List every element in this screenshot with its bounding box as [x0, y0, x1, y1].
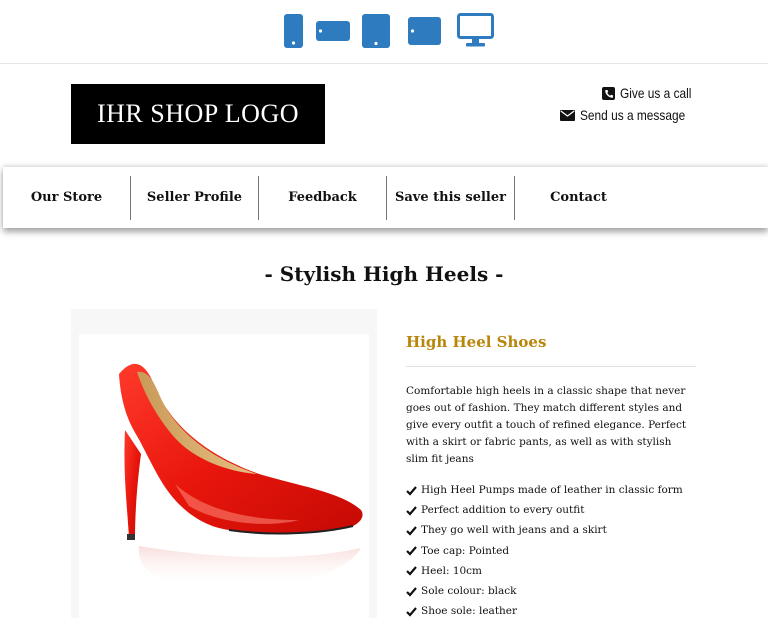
desktop-icon	[457, 13, 494, 47]
product-image[interactable]	[79, 334, 369, 618]
feature-item: High Heel Pumps made of leather in class…	[406, 480, 683, 500]
red-high-heel-image	[119, 363, 363, 589]
nav-item-seller-profile[interactable]: Seller Profile	[131, 175, 258, 221]
nav-item-our-store[interactable]: Our Store	[3, 175, 130, 221]
product-feature-list: High Heel Pumps made of leather in class…	[406, 480, 683, 618]
phone-landscape-button[interactable]	[316, 21, 350, 41]
feature-text: They go well with jeans and a skirt	[421, 524, 607, 537]
feature-item: Toe cap: Pointed	[406, 541, 683, 561]
feature-text: Heel: 10cm	[421, 564, 483, 577]
message-link[interactable]: Send us a message	[560, 107, 704, 123]
feature-text: Shoe sole: leather	[421, 605, 518, 618]
checkmark-icon	[406, 566, 417, 576]
shop-logo[interactable]: IHR SHOP LOGO	[71, 84, 325, 144]
nav-item-contact[interactable]: Contact	[515, 175, 642, 221]
device-preview-bar	[0, 0, 768, 64]
product-image-panel	[71, 309, 377, 618]
tablet-portrait-button[interactable]	[362, 14, 390, 48]
nav-item-save-seller[interactable]: Save this seller	[387, 175, 514, 221]
main-navigation: Our Store Seller Profile Feedback Save t…	[3, 167, 768, 228]
call-label: Give us a call	[619, 85, 692, 101]
feature-text: Sole colour: black	[421, 585, 517, 598]
checkmark-icon	[406, 506, 417, 516]
site-header: IHR SHOP LOGO Give us a call Send us a m…	[0, 65, 768, 165]
phone-landscape-icon	[316, 21, 350, 41]
checkmark-icon	[406, 485, 417, 496]
page-title: - Stylish High Heels -	[264, 262, 504, 286]
feature-item: Perfect addition to every outfit	[406, 500, 683, 520]
phone-icon	[601, 86, 615, 100]
phone-portrait-button[interactable]	[284, 14, 303, 48]
call-link[interactable]: Give us a call	[601, 85, 704, 101]
product-divider	[406, 366, 696, 367]
product-title: High Heel Shoes	[406, 333, 547, 351]
checkmark-icon	[406, 526, 417, 536]
desktop-button[interactable]	[457, 13, 494, 48]
checkmark-icon	[406, 607, 417, 617]
feature-text: Perfect addition to every outfit	[421, 504, 585, 517]
product-description: Comfortable high heels in a classic shap…	[406, 385, 687, 465]
tablet-portrait-icon	[362, 14, 390, 48]
feature-item: Sole colour: black	[406, 581, 683, 601]
feature-item: Heel: 10cm	[406, 561, 683, 581]
checkmark-icon	[406, 586, 417, 597]
feature-text: High Heel Pumps made of leather in class…	[421, 484, 683, 497]
phone-portrait-icon	[284, 14, 303, 48]
checkmark-icon	[406, 546, 417, 556]
feature-text: Toe cap: Pointed	[421, 544, 510, 557]
feature-item: They go well with jeans and a skirt	[406, 520, 683, 540]
message-label: Send us a message	[580, 107, 686, 123]
feature-item: Shoe sole: leather	[406, 601, 683, 618]
tablet-landscape-button[interactable]	[408, 17, 441, 45]
envelope-icon	[560, 109, 576, 121]
tablet-landscape-icon	[408, 17, 441, 45]
nav-item-feedback[interactable]: Feedback	[259, 175, 386, 221]
